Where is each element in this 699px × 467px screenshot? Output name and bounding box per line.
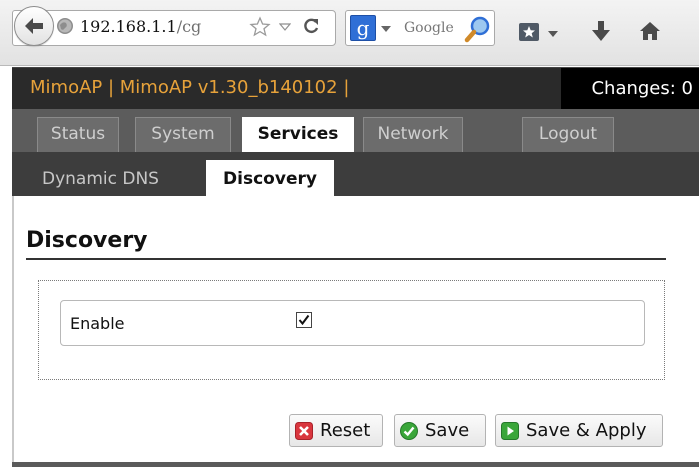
save-and-apply-button[interactable]: Save & Apply — [495, 414, 663, 447]
reset-icon — [295, 422, 313, 440]
tab-network[interactable]: Network — [363, 117, 463, 152]
back-button[interactable] — [14, 6, 54, 46]
enable-row — [60, 300, 645, 346]
reset-label: Reset — [320, 420, 371, 441]
checkmark-icon — [298, 314, 310, 326]
bookmarks-dropdown-icon[interactable] — [548, 31, 558, 37]
search-icon[interactable] — [464, 15, 492, 43]
bookmarks-menu-icon[interactable] — [518, 22, 540, 42]
url-path: /cg — [176, 17, 202, 36]
back-arrow-icon — [25, 18, 43, 34]
tab-services[interactable]: Services — [242, 117, 354, 152]
url-host: 192.168.1.1 — [80, 17, 177, 36]
changes-counter[interactable]: Changes: 0 — [561, 68, 699, 109]
search-engine-dropdown-icon[interactable] — [381, 26, 391, 32]
sub-tabbar: Dynamic DNS Discovery — [12, 152, 699, 196]
search-box[interactable]: g Google — [345, 10, 495, 46]
apply-icon — [501, 422, 519, 440]
page-title: Discovery — [26, 228, 148, 253]
save-check-icon — [400, 422, 418, 440]
url-text[interactable]: 192.168.1.1/cg — [80, 17, 201, 36]
router-header: MimoAP | MimoAP v1.30_b140102 | Changes:… — [12, 67, 699, 109]
tab-system[interactable]: System — [135, 117, 231, 152]
reload-icon[interactable] — [302, 17, 320, 35]
main-tabbar: Status System Services Network Logout — [12, 109, 699, 152]
browser-toolbar: 192.168.1.1/cg g Google — [0, 0, 699, 66]
enable-label: Enable — [70, 314, 125, 333]
bottom-border — [12, 462, 699, 467]
tab-status[interactable]: Status — [37, 117, 119, 152]
globe-icon — [57, 18, 73, 34]
save-label: Save — [425, 420, 470, 441]
bookmark-star-icon[interactable] — [249, 16, 271, 38]
subtab-discovery[interactable]: Discovery — [206, 160, 334, 196]
google-search-engine-icon[interactable]: g — [350, 15, 376, 41]
download-icon[interactable] — [591, 20, 611, 42]
reset-button[interactable]: Reset — [289, 414, 383, 447]
save-and-apply-label: Save & Apply — [526, 420, 647, 441]
history-dropdown-icon[interactable] — [279, 23, 291, 31]
search-placeholder: Google — [404, 20, 454, 36]
title-divider — [26, 258, 666, 260]
brand-title: MimoAP | MimoAP v1.30_b140102 | — [30, 77, 350, 98]
save-button[interactable]: Save — [394, 414, 486, 447]
home-icon[interactable] — [639, 20, 661, 42]
tab-logout[interactable]: Logout — [522, 117, 614, 152]
enable-checkbox[interactable] — [296, 312, 312, 328]
subtab-dynamic-dns[interactable]: Dynamic DNS — [42, 160, 159, 196]
